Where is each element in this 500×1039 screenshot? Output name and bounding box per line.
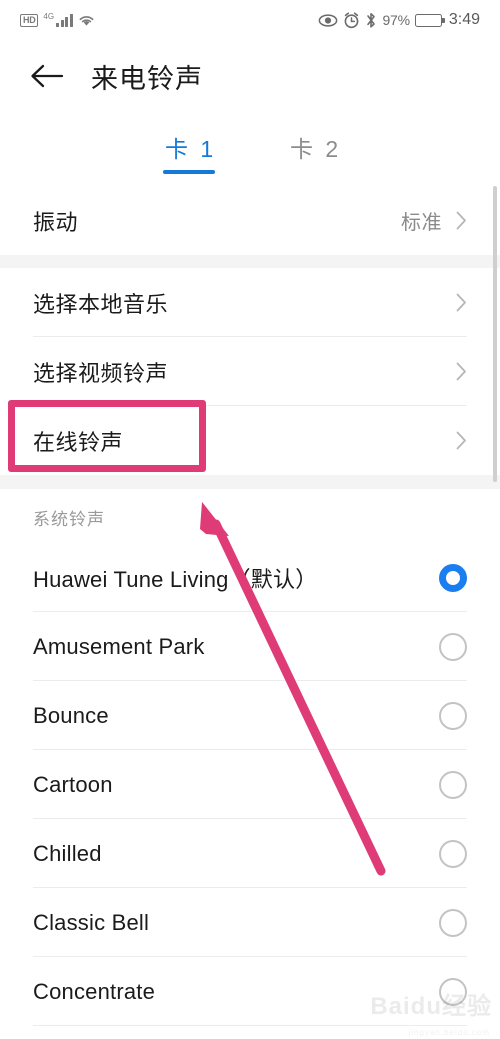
ringtone-source-group: 选择本地音乐 选择视频铃声 在线铃声 — [0, 268, 500, 475]
ringtone-label: Cartoon — [33, 771, 113, 797]
system-ringtone-list: Huawei Tune Living（默认） Amusement Park Bo… — [0, 543, 500, 1026]
alarm-clock-icon — [343, 11, 360, 29]
page-title: 来电铃声 — [91, 63, 203, 94]
group-gap-2 — [0, 475, 500, 489]
row-video-ringtone-label: 选择视频铃声 — [33, 360, 169, 386]
ringtone-label: Chilled — [33, 840, 102, 866]
row-vibration-label: 振动 — [33, 209, 79, 235]
chevron-right-icon — [456, 362, 467, 381]
ringtone-label: Bounce — [33, 702, 109, 728]
group-gap-1 — [0, 255, 500, 268]
title-bar: 来电铃声 — [0, 40, 500, 112]
sim-tabs: 卡 1 卡 2 — [0, 122, 500, 184]
radio-button[interactable] — [439, 632, 467, 661]
vertical-scrollbar[interactable] — [493, 186, 497, 482]
radio-button[interactable] — [439, 908, 467, 937]
row-vibration-value: 标准 — [401, 212, 442, 234]
row-online-ringtone-label: 在线铃声 — [33, 429, 124, 455]
radio-button[interactable] — [439, 977, 467, 1006]
list-item[interactable]: Huawei Tune Living（默认） — [0, 543, 500, 612]
radio-button[interactable] — [439, 839, 467, 868]
list-item[interactable]: Amusement Park — [0, 612, 500, 681]
back-arrow-icon[interactable] — [30, 59, 64, 93]
list-item[interactable]: Bounce — [0, 681, 500, 750]
vibration-group: 振动 标准 — [0, 186, 500, 255]
section-header-system-ringtones: 系统铃声 — [33, 510, 105, 529]
chevron-right-icon — [456, 293, 467, 312]
list-item[interactable]: Chilled — [0, 819, 500, 888]
ringtone-label: Huawei Tune Living（默认） — [33, 566, 318, 592]
chevron-right-icon — [456, 431, 467, 450]
tab-active-indicator — [163, 170, 215, 174]
list-item[interactable]: Cartoon — [0, 750, 500, 819]
eye-icon — [318, 13, 338, 28]
bluetooth-icon — [365, 12, 377, 29]
battery-percent-label: 97% — [382, 12, 410, 28]
row-divider — [33, 1025, 467, 1026]
radio-button[interactable] — [439, 701, 467, 730]
ringtone-label: Classic Bell — [33, 909, 150, 935]
status-bar: HD 4G 97% 3:49 — [0, 0, 500, 40]
row-video-ringtone[interactable]: 选择视频铃声 — [0, 337, 500, 406]
row-online-ringtone[interactable]: 在线铃声 — [0, 406, 500, 475]
ringtone-label: Amusement Park — [33, 633, 205, 659]
list-item[interactable]: Classic Bell — [0, 888, 500, 957]
row-vibration[interactable]: 振动 标准 — [0, 186, 500, 255]
radio-button[interactable] — [439, 770, 467, 799]
list-item[interactable]: Concentrate — [0, 957, 500, 1026]
signal-bars-icon — [56, 13, 73, 27]
network-type-label: 4G — [43, 12, 55, 21]
ringtone-label: Concentrate — [33, 978, 156, 1004]
battery-icon — [414, 13, 445, 27]
wifi-icon — [78, 13, 95, 27]
status-bar-right: 97% 3:49 — [318, 11, 480, 29]
tab-sim-1[interactable]: 卡 1 — [165, 130, 216, 173]
row-local-music[interactable]: 选择本地音乐 — [0, 268, 500, 337]
row-local-music-label: 选择本地音乐 — [33, 291, 169, 317]
tab-sim-2[interactable]: 卡 2 — [290, 130, 341, 173]
chevron-right-icon — [456, 211, 467, 230]
watermark-subtext: jingyan.baidu.com — [408, 1028, 490, 1037]
status-bar-left: HD 4G — [20, 12, 95, 27]
phone-screen: HD 4G 97% 3:49 来电铃声 卡 1 卡 2 振动 标准 选择本地音乐… — [0, 0, 500, 1039]
clock-label: 3:49 — [448, 11, 480, 28]
radio-button-selected[interactable] — [439, 563, 467, 592]
hd-badge-icon: HD — [20, 14, 39, 27]
